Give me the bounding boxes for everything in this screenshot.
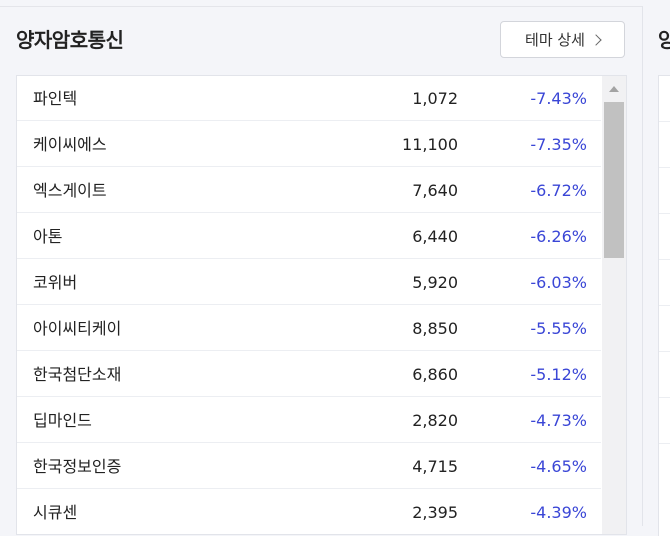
stock-price: 5,920	[412, 273, 458, 292]
stock-change-rate: -5.55%	[530, 319, 587, 338]
theme-detail-label: 테마 상세	[525, 31, 585, 49]
stock-price: 7,640	[412, 181, 458, 200]
stock-price: 11,100	[402, 135, 458, 154]
theme-title: 양자암호통신	[16, 28, 124, 52]
stock-row[interactable]: 딥마인드 2,820 -4.73%	[17, 398, 601, 443]
arrow-up-icon[interactable]	[609, 86, 619, 92]
next-row-divider	[659, 397, 670, 398]
chevron-right-icon	[590, 34, 602, 46]
stock-change-rate: -4.65%	[530, 457, 587, 476]
stock-row[interactable]: 엑스게이트 7,640 -6.72%	[17, 168, 601, 213]
stock-name: 파인텍	[33, 89, 78, 108]
stock-price: 2,820	[412, 411, 458, 430]
next-theme-title: 양	[658, 28, 670, 52]
next-row-divider	[659, 351, 670, 352]
stock-name: 엑스게이트	[33, 181, 107, 200]
stock-price: 6,440	[412, 227, 458, 246]
stock-name: 딥마인드	[33, 411, 92, 430]
stock-row[interactable]: 코위버 5,920 -6.03%	[17, 260, 601, 305]
top-divider	[0, 6, 670, 7]
stock-change-rate: -4.39%	[530, 503, 587, 522]
stock-change-rate: -5.12%	[530, 365, 587, 384]
stock-name: 코위버	[33, 273, 78, 292]
stock-price: 4,715	[412, 457, 458, 476]
next-row-divider	[659, 213, 670, 214]
next-row-divider	[659, 305, 670, 306]
stock-price: 1,072	[412, 89, 458, 108]
stock-change-rate: -6.72%	[530, 181, 587, 200]
stock-price: 8,850	[412, 319, 458, 338]
stock-row[interactable]: 시큐센 2,395 -4.39%	[17, 490, 601, 534]
next-row-divider	[659, 259, 670, 260]
stock-change-rate: -7.43%	[530, 89, 587, 108]
stock-change-rate: -7.35%	[530, 135, 587, 154]
stock-price: 6,860	[412, 365, 458, 384]
stock-row[interactable]: 파인텍 1,072 -7.43%	[17, 76, 601, 121]
theme-detail-button[interactable]: 테마 상세	[500, 21, 625, 58]
stock-name: 아이씨티케이	[33, 319, 122, 338]
scrollbar-thumb[interactable]	[604, 102, 624, 258]
stock-row[interactable]: 아이씨티케이 8,850 -5.55%	[17, 306, 601, 351]
stock-price: 2,395	[412, 503, 458, 522]
stock-row[interactable]: 한국첨단소재 6,860 -5.12%	[17, 352, 601, 397]
stock-row[interactable]: 케이씨에스 11,100 -7.35%	[17, 122, 601, 167]
stock-row[interactable]: 한국정보인증 4,715 -4.65%	[17, 444, 601, 489]
theme-stock-list: 파인텍 1,072 -7.43% 케이씨에스 11,100 -7.35% 엑스게이트 7,64…	[16, 75, 627, 535]
next-theme-list	[658, 75, 670, 536]
stock-name: 아톤	[33, 227, 63, 246]
stock-name: 시큐센	[33, 503, 78, 522]
vertical-scrollbar[interactable]	[602, 76, 626, 534]
next-row-divider	[659, 167, 670, 168]
stock-row[interactable]: 아톤 6,440 -6.26%	[17, 214, 601, 259]
stock-name: 케이씨에스	[33, 135, 107, 154]
next-row-divider	[659, 443, 670, 444]
stock-name: 한국첨단소재	[33, 365, 122, 384]
stock-change-rate: -6.03%	[530, 273, 587, 292]
stock-change-rate: -6.26%	[530, 227, 587, 246]
stock-change-rate: -4.73%	[530, 411, 587, 430]
stock-name: 한국정보인증	[33, 457, 122, 476]
next-row-divider	[659, 121, 670, 122]
